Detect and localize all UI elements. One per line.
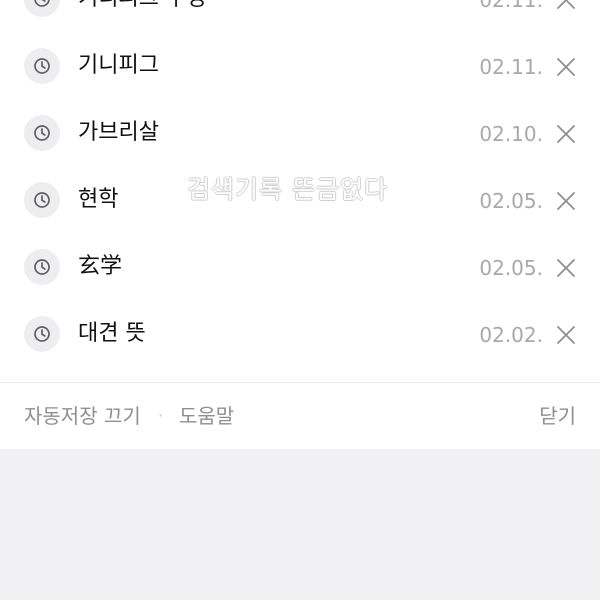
history-date: 02.11. bbox=[479, 0, 543, 12]
search-history-footer: 자동저장 끄기 · 도움말 닫기 bbox=[0, 383, 600, 449]
clock-icon bbox=[24, 0, 60, 17]
delete-history-button[interactable] bbox=[556, 57, 576, 77]
delete-history-button[interactable] bbox=[556, 258, 576, 278]
clock-icon bbox=[24, 249, 60, 285]
close-icon bbox=[557, 58, 575, 76]
delete-history-button[interactable] bbox=[556, 0, 576, 10]
clock-icon bbox=[24, 182, 60, 218]
help-link[interactable]: 도움말 bbox=[179, 401, 234, 431]
close-icon bbox=[557, 259, 575, 277]
autosave-off-button[interactable]: 자동저장 끄기 bbox=[24, 401, 141, 431]
history-keyword[interactable]: 대견 뜻 bbox=[78, 319, 146, 349]
search-history-screen: 기니피그 수명 02.11. 기니피그 02.11. 가브리살 02.10. bbox=[0, 0, 600, 600]
footer-separator: · bbox=[158, 406, 164, 425]
history-item[interactable]: 玄学 02.05. bbox=[0, 235, 600, 302]
history-keyword[interactable]: 가브리살 bbox=[78, 118, 159, 148]
history-date: 02.05. bbox=[479, 189, 543, 213]
clock-icon bbox=[24, 48, 60, 84]
close-icon bbox=[557, 192, 575, 210]
history-item[interactable]: 가브리살 02.10. bbox=[0, 101, 600, 168]
history-item[interactable]: 기니피그 수명 02.11. bbox=[0, 0, 600, 34]
clock-icon bbox=[24, 316, 60, 352]
history-date: 02.10. bbox=[479, 122, 543, 146]
history-date: 02.05. bbox=[479, 256, 543, 280]
history-keyword[interactable]: 玄学 bbox=[78, 252, 122, 282]
delete-history-button[interactable] bbox=[556, 325, 576, 345]
clock-icon bbox=[24, 115, 60, 151]
close-button[interactable]: 닫기 bbox=[539, 401, 576, 431]
history-keyword[interactable]: 현학 bbox=[78, 185, 118, 215]
delete-history-button[interactable] bbox=[556, 124, 576, 144]
history-keyword[interactable]: 기니피그 수명 bbox=[78, 0, 206, 14]
history-date: 02.11. bbox=[479, 55, 543, 79]
close-icon bbox=[557, 125, 575, 143]
history-item[interactable]: 대견 뜻 02.02. bbox=[0, 302, 600, 369]
bottom-background-area bbox=[0, 449, 600, 600]
history-item[interactable]: 현학 02.05. bbox=[0, 168, 600, 235]
close-icon bbox=[557, 326, 575, 344]
delete-history-button[interactable] bbox=[556, 191, 576, 211]
history-date: 02.02. bbox=[479, 323, 543, 347]
close-icon bbox=[557, 0, 575, 9]
history-keyword[interactable]: 기니피그 bbox=[78, 51, 159, 81]
history-item[interactable]: 기니피그 02.11. bbox=[0, 34, 600, 101]
search-history-list: 기니피그 수명 02.11. 기니피그 02.11. 가브리살 02.10. bbox=[0, 0, 600, 369]
